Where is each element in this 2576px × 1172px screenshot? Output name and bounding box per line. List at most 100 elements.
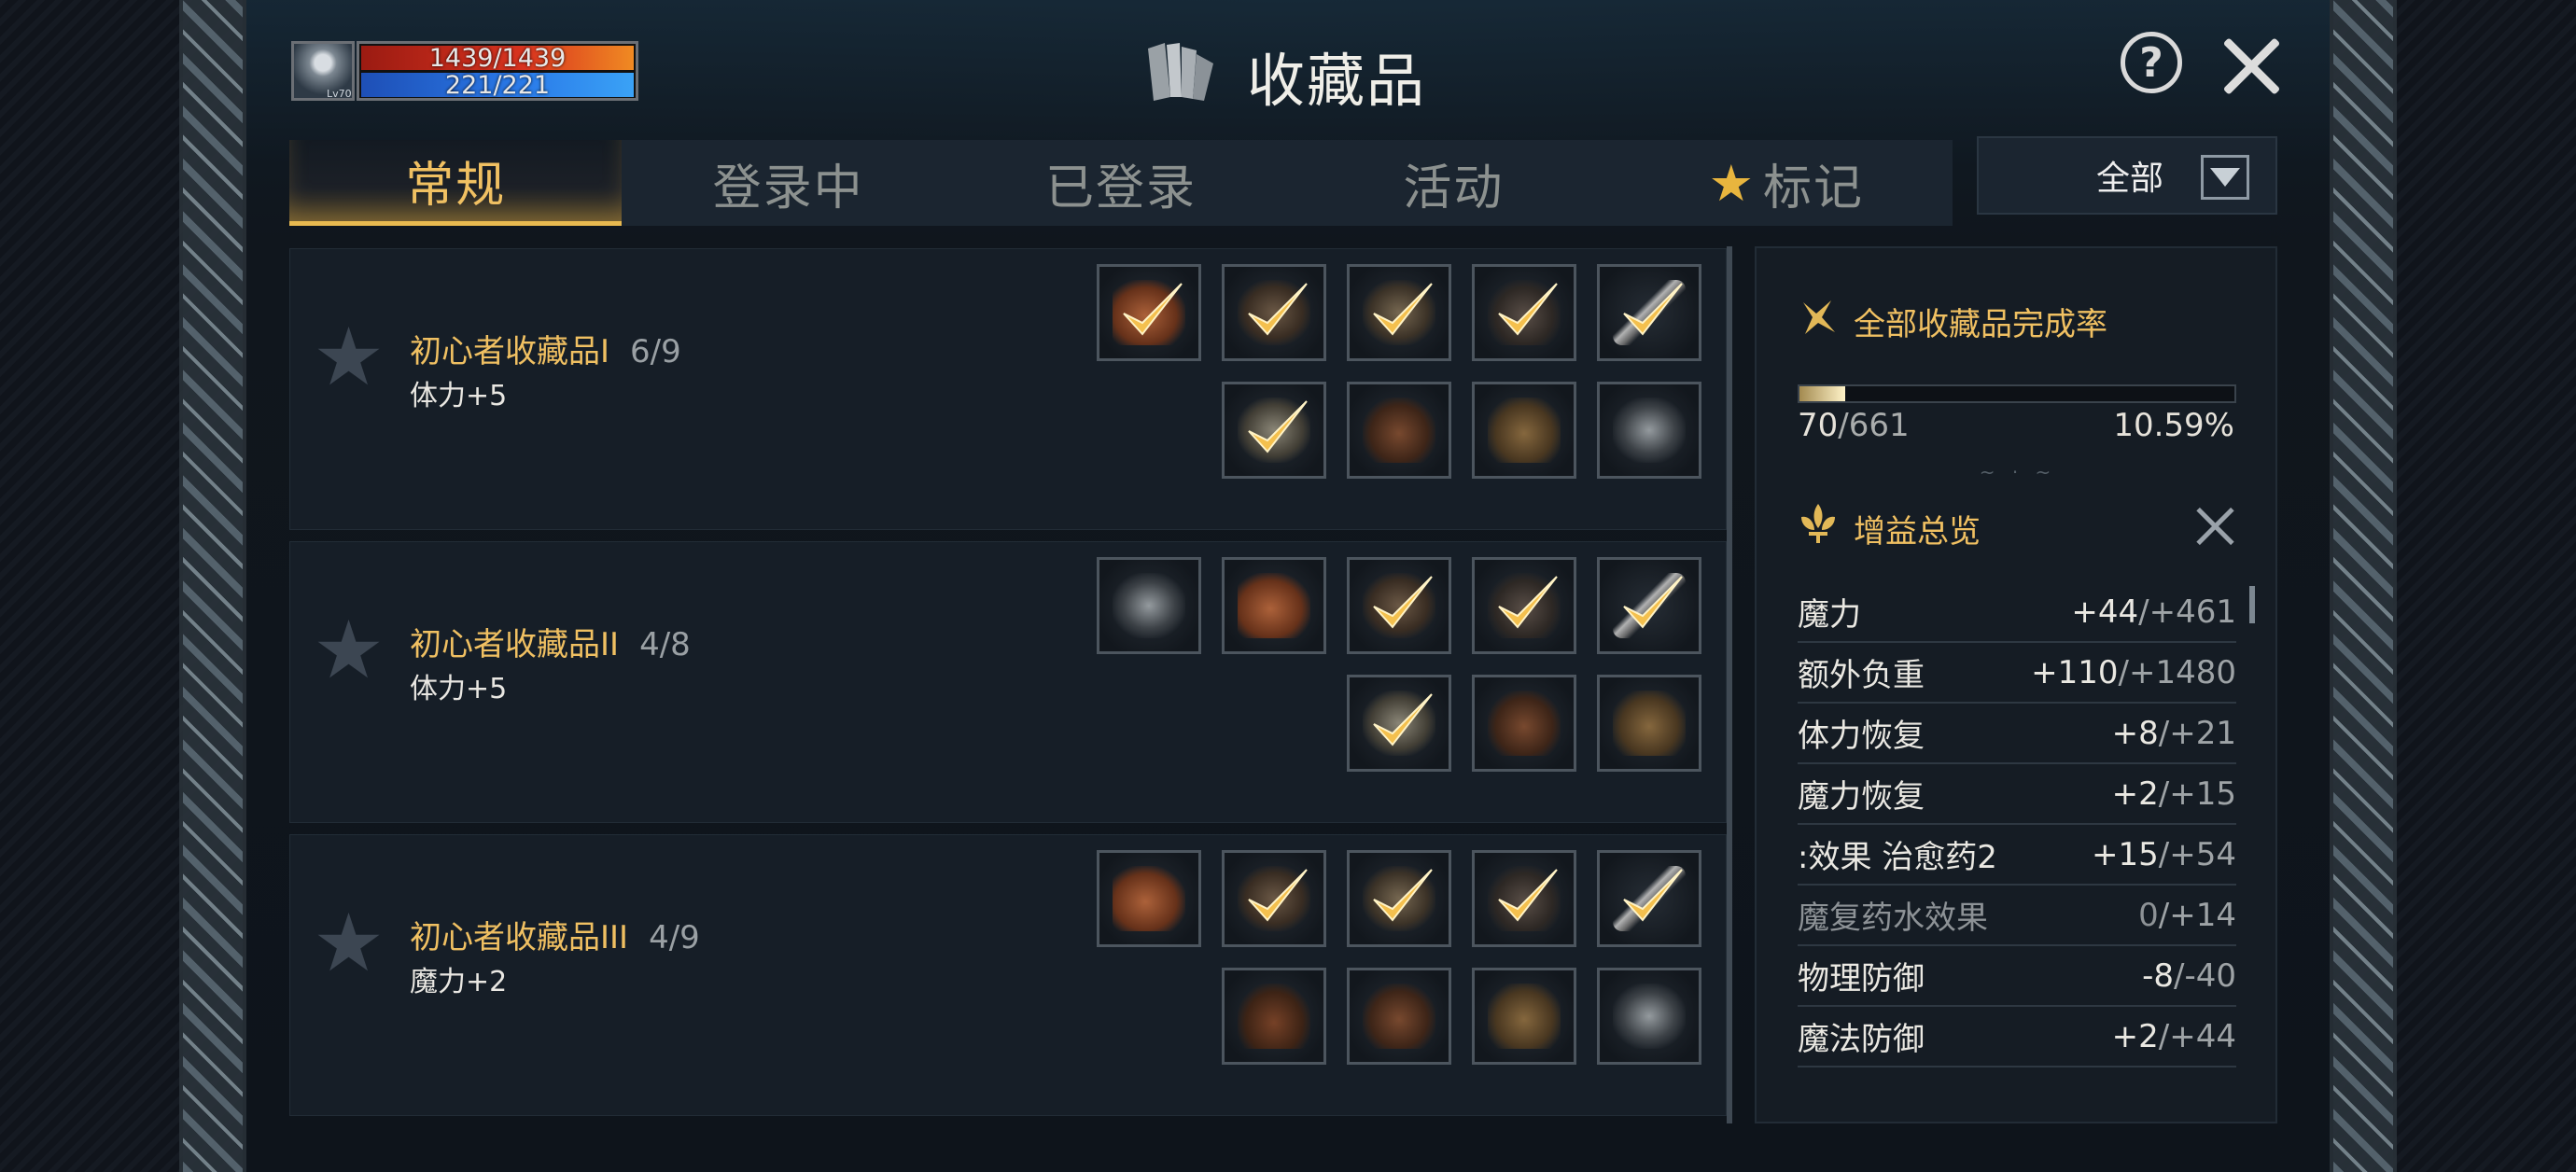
tab-label: 活动 — [1403, 160, 1505, 216]
tab-label: 标记 — [1763, 160, 1865, 216]
item-slot-gloves[interactable] — [1097, 850, 1201, 947]
pouch-icon — [1613, 691, 1686, 756]
checkmark-icon — [1366, 276, 1437, 347]
star-icon[interactable]: ★ — [313, 317, 387, 398]
collection-name: 初心者收藏品III 4/9 — [410, 919, 700, 956]
buff-stat-name: 物理防御 — [1798, 960, 1925, 998]
pouch-icon — [1488, 398, 1561, 463]
gloves-icon — [1113, 866, 1185, 931]
buff-stat-row: 物理防御 -8/-40 — [1798, 946, 2236, 1007]
item-slot-gloves[interactable] — [1097, 264, 1201, 361]
item-slot-robe[interactable] — [1597, 968, 1701, 1065]
checkmark-icon — [1617, 276, 1687, 347]
item-slot-horned-helm[interactable] — [1472, 557, 1576, 654]
filter-dropdown[interactable]: 全部 — [1977, 136, 2277, 215]
buff-stat-value: 0/+14 — [2138, 896, 2236, 934]
checkmark-icon — [1491, 569, 1562, 640]
completion-total: /661 — [1838, 407, 1910, 444]
item-slot-horned-helm[interactable] — [1472, 264, 1576, 361]
checkmark-icon — [1366, 862, 1437, 933]
page-title: 收藏品 — [1247, 47, 1427, 115]
item-slot-horned-helm[interactable] — [1472, 850, 1576, 947]
checkmark-icon — [1116, 276, 1187, 347]
star-icon[interactable]: ★ — [313, 610, 387, 691]
item-slot-pouch[interactable] — [1472, 382, 1576, 479]
item-slot-chest-armor[interactable] — [1222, 264, 1326, 361]
player-status-bars: 1439/1439 221/221 — [357, 41, 638, 101]
item-slot-boots[interactable] — [1347, 968, 1451, 1065]
buff-stat-value: +15/+54 — [2092, 835, 2236, 873]
close-icon[interactable] — [2195, 506, 2236, 547]
tab-event[interactable]: 活动 — [1287, 140, 1619, 226]
item-slot-pouch[interactable] — [1472, 968, 1576, 1065]
item-slot-gauntlet[interactable] — [1347, 850, 1451, 947]
completion-count: 70/661 — [1798, 407, 1910, 444]
buff-stat-row: 魔复药水效果 0/+14 — [1798, 886, 2236, 946]
checkmark-icon — [1491, 276, 1562, 347]
collection-bonus: 体力+5 — [410, 673, 508, 705]
summary-panel: 全部收藏品完成率 70/661 10.59% ~ · ~ 增益总览 魔力 +44/… — [1755, 246, 2277, 1123]
list-scrollbar[interactable] — [1727, 246, 1732, 1123]
books-icon — [1148, 43, 1213, 101]
completion-progress-bar — [1798, 384, 2236, 403]
buff-stat-name: 魔法防御 — [1798, 1021, 1925, 1058]
item-slot-boots[interactable] — [1347, 382, 1451, 479]
item-slot-belt[interactable] — [1347, 675, 1451, 772]
completion-current: 70 — [1798, 407, 1839, 444]
chevron-down-icon[interactable] — [2201, 155, 2249, 200]
collection-row[interactable]: ★ 初心者收藏品I 6/9 体力+5 — [289, 248, 1727, 530]
item-slot-gloves[interactable] — [1222, 557, 1326, 654]
item-slot-sword[interactable] — [1597, 264, 1701, 361]
item-slot-sword[interactable] — [1597, 557, 1701, 654]
buff-stat-value: +2/+44 — [2111, 1017, 2236, 1055]
checkmark-icon — [1366, 569, 1437, 640]
buff-summary-title: 增益总览 — [1854, 513, 1981, 551]
stats-scrollbar[interactable] — [2249, 586, 2255, 623]
tab-label: 常规 — [405, 158, 507, 214]
item-slot-sword[interactable] — [1597, 850, 1701, 947]
item-slot-chest-armor[interactable] — [1222, 850, 1326, 947]
buff-stat-value: +8/+21 — [2111, 714, 2236, 752]
boots-icon — [1363, 984, 1435, 1049]
boots-icon — [1488, 691, 1561, 756]
fleur-de-lis-icon — [1801, 504, 1835, 543]
collection-row[interactable]: ★ 初心者收藏品III 4/9 魔力+2 — [289, 834, 1727, 1116]
buff-stat-row: 魔力 +44/+461 — [1798, 582, 2236, 643]
buff-stat-name: 魔复药水效果 — [1798, 900, 1988, 937]
buff-stat-row: 魔法防御 +2/+44 — [1798, 1007, 2236, 1067]
sparkle-icon — [1803, 300, 1835, 334]
item-slot-chest-armor[interactable] — [1347, 557, 1451, 654]
item-slot-gauntlet[interactable] — [1347, 264, 1451, 361]
tab-registering[interactable]: 登录中 — [622, 140, 954, 226]
ornate-border-right — [2330, 0, 2397, 1172]
buff-stat-value: +2/+15 — [2111, 774, 2236, 813]
item-slot-robe[interactable] — [1597, 382, 1701, 479]
buff-stat-row: 额外负重 +110/+1480 — [1798, 643, 2236, 704]
buff-stat-row: 魔力恢复 +2/+15 — [1798, 764, 2236, 825]
close-icon[interactable] — [2219, 34, 2285, 99]
robe-icon — [1113, 573, 1185, 638]
item-slot-belt[interactable] — [1222, 382, 1326, 479]
item-slot-boots[interactable] — [1472, 675, 1576, 772]
tab-registered[interactable]: 已登录 — [955, 140, 1287, 226]
collection-name: 初心者收藏品II 4/8 — [410, 626, 691, 663]
tab-general[interactable]: 常规 — [289, 140, 623, 226]
collection-row[interactable]: ★ 初心者收藏品II 4/8 体力+5 — [289, 541, 1727, 823]
ornate-border-left — [179, 0, 246, 1172]
tab-bar: 常规 登录中 已登录 活动 ★ 标记 — [289, 140, 1953, 226]
buff-stat-value: +44/+461 — [2071, 593, 2236, 631]
question-circle-icon[interactable]: ? — [2121, 32, 2182, 93]
checkmark-icon — [1241, 862, 1312, 933]
checkmark-icon — [1617, 862, 1687, 933]
completion-progress-fill — [1799, 386, 1846, 401]
checkmark-icon — [1241, 276, 1312, 347]
checkmark-icon — [1241, 394, 1312, 465]
mp-bar: 221/221 — [361, 71, 634, 100]
item-slot-robe[interactable] — [1097, 557, 1201, 654]
star-icon[interactable]: ★ — [313, 903, 387, 984]
tab-label: 登录中 — [712, 160, 864, 216]
tab-marked[interactable]: ★ 标记 — [1620, 140, 1953, 226]
item-slot-cloak[interactable] — [1222, 968, 1326, 1065]
buff-stat-name: 体力恢复 — [1798, 718, 1925, 755]
item-slot-pouch[interactable] — [1597, 675, 1701, 772]
